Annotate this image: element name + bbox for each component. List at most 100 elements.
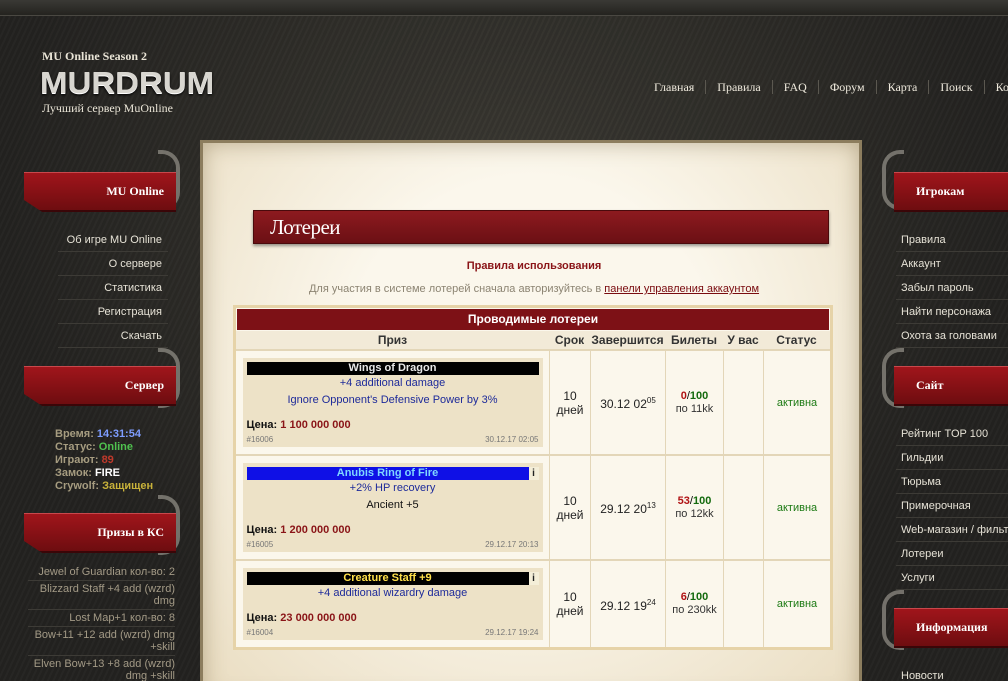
menu-item-services[interactable]: Услуги bbox=[896, 566, 1008, 590]
menu-item-web-shop[interactable]: Web-магазин / фильт bbox=[896, 518, 1008, 542]
end-value: 29.12 2013 bbox=[600, 499, 656, 516]
ribbon-castle-prizes: Призы в КС bbox=[24, 513, 176, 553]
price-label: Цена: bbox=[246, 419, 278, 431]
menu-item-guilds[interactable]: Гильдии bbox=[896, 446, 1008, 470]
col-ends: Завершится bbox=[591, 333, 664, 347]
tickets-sold: 53 bbox=[677, 494, 690, 507]
term-cell: 10 дней bbox=[549, 351, 590, 454]
prize-option: +2% HP recovery bbox=[349, 482, 436, 494]
server-status: Время: 14:31:54 Статус: Online Играют: 8… bbox=[55, 428, 195, 493]
rules-link[interactable]: Правила использования bbox=[203, 260, 865, 272]
tickets-sold: 0 bbox=[680, 389, 687, 402]
season-label: MU Online Season 2 bbox=[42, 49, 148, 63]
end-cell: 29.12 1924 bbox=[590, 561, 665, 647]
menu-item-top100[interactable]: Рейтинг TOP 100 bbox=[896, 422, 1008, 446]
end-date: 29.12 20 bbox=[600, 502, 647, 516]
end-minutes: 24 bbox=[646, 597, 656, 607]
end-date: 30.12 02 bbox=[600, 397, 647, 411]
menu-item-account[interactable]: Аккаунт bbox=[896, 252, 1008, 276]
col-you: У вас bbox=[727, 333, 759, 347]
status-cell: активна bbox=[763, 561, 830, 647]
nav-faq[interactable]: FAQ bbox=[771, 80, 818, 94]
status-cell: активна bbox=[763, 351, 830, 454]
end-minutes: 05 bbox=[646, 396, 656, 405]
prize-price: Цена: 1 100 000 000 bbox=[247, 419, 539, 431]
ribbon-server: Сервер bbox=[24, 366, 176, 406]
table-row: Wings of Dragon +4 additional damage Ign… bbox=[236, 349, 830, 454]
term-value: 10 дней bbox=[556, 388, 584, 417]
ribbon-title: Игрокам bbox=[916, 184, 965, 198]
ribbon-players: Игрокам bbox=[894, 172, 1008, 212]
site-tagline: Лучший сервер MuOnline bbox=[42, 101, 174, 115]
menu-item-news[interactable]: Новости bbox=[896, 664, 1008, 681]
ribbon-title: Сервер bbox=[124, 378, 164, 392]
auth-notice: Для участия в системе лотерей сначала ав… bbox=[203, 283, 865, 295]
castle-label: Замок: bbox=[55, 467, 92, 479]
menu-item-lotteries[interactable]: Лотереи bbox=[896, 542, 1008, 566]
left-sidebar: MU Online Об игре MU Online О сервере Ст… bbox=[18, 130, 198, 681]
prize-option: Ancient +5 bbox=[366, 499, 419, 511]
tickets-cell: 53/100 по 12kk bbox=[665, 456, 723, 559]
menu-item-about-server[interactable]: О сервере bbox=[58, 252, 168, 276]
prize-price: Цена: 23 000 000 000 bbox=[247, 612, 539, 624]
prize-footer: #16004 29.12.17 19:24 bbox=[247, 628, 539, 638]
prize-option: Ignore Opponent's Defensive Power by 3% bbox=[287, 394, 498, 406]
prize-cell: Wings of Dragon +4 additional damage Ign… bbox=[236, 351, 549, 454]
prize-name-text: Creature Staff +9 bbox=[343, 572, 432, 584]
ticket-price: по 11kk bbox=[675, 402, 714, 415]
nav-forum[interactable]: Форум bbox=[817, 80, 876, 94]
prize-name[interactable]: Wings of Dragon bbox=[246, 362, 539, 375]
menu-item-jail[interactable]: Тюрьма bbox=[896, 470, 1008, 494]
nav-rules[interactable]: Правила bbox=[705, 80, 771, 94]
term-value: 10 дней bbox=[556, 493, 584, 522]
info-icon[interactable]: i bbox=[528, 572, 539, 585]
tickets-value: 6/100 по 230kk bbox=[672, 591, 717, 616]
prize-name[interactable]: Anubis Ring of Fire i bbox=[246, 467, 539, 480]
castle-value: FIRE bbox=[94, 467, 121, 479]
term-value: 10 дней bbox=[556, 590, 584, 618]
top-bar bbox=[0, 0, 1008, 16]
info-icon[interactable]: i bbox=[528, 467, 539, 480]
site-logo[interactable]: MURDRUM bbox=[40, 66, 214, 101]
ribbon-title: Сайт bbox=[916, 378, 944, 392]
term-cell: 10 дней bbox=[549, 561, 590, 647]
nav-contacts[interactable]: Конта bbox=[983, 80, 1008, 94]
menu-item-bounty-hunt[interactable]: Охота за головами bbox=[896, 324, 1008, 348]
tickets-total: 100 bbox=[692, 494, 712, 507]
ribbon-mu-online: MU Online bbox=[24, 172, 176, 212]
ribbon-title: Призы в КС bbox=[97, 525, 164, 539]
menu-item-statistics[interactable]: Статистика bbox=[58, 276, 168, 300]
prize-price: Цена: 1 200 000 000 bbox=[247, 524, 539, 536]
list-item: Jewel of Guardian кол-во: 2 bbox=[28, 564, 175, 581]
prize-box: Wings of Dragon +4 additional damage Ign… bbox=[242, 358, 543, 447]
tickets-total: 100 bbox=[689, 591, 709, 603]
notice-text: Для участия в системе лотерей сначала ав… bbox=[308, 283, 602, 295]
page-heading: Лотереи bbox=[253, 210, 829, 244]
prize-option: +4 additional wizardry damage bbox=[317, 587, 468, 599]
menu-item-registration[interactable]: Регистрация bbox=[58, 300, 168, 324]
list-item: Bow+11 +12 add (wzrd) dmg +skill bbox=[28, 627, 175, 656]
right-sidebar: Игрокам Правила Аккаунт Забыл пароль Най… bbox=[880, 130, 1008, 681]
price-value: 1 200 000 000 bbox=[280, 524, 351, 536]
table-caption: Проводимые лотереи bbox=[237, 309, 829, 330]
col-status: Статус bbox=[776, 333, 817, 347]
players-value: 89 bbox=[101, 454, 114, 466]
menu-item-find-character[interactable]: Найти персонажа bbox=[896, 300, 1008, 324]
menu-item-rules[interactable]: Правила bbox=[896, 228, 1008, 252]
prize-option: +4 additional damage bbox=[339, 377, 446, 389]
menu-item-about-game[interactable]: Об игре MU Online bbox=[58, 228, 168, 252]
account-panel-link[interactable]: панели управления аккаунтом bbox=[604, 283, 759, 295]
menu-item-fitting-room[interactable]: Примерочная bbox=[896, 494, 1008, 518]
menu-players: Правила Аккаунт Забыл пароль Найти персо… bbox=[896, 228, 1008, 348]
tickets-cell: 0/100 по 11kk bbox=[665, 351, 723, 454]
menu-item-forgot-password[interactable]: Забыл пароль bbox=[896, 276, 1008, 300]
ribbon-title: MU Online bbox=[106, 184, 164, 198]
nav-map[interactable]: Карта bbox=[875, 80, 929, 94]
tickets-total: 100 bbox=[689, 389, 709, 402]
nav-search[interactable]: Поиск bbox=[928, 80, 983, 94]
lottery-id: #16006 bbox=[246, 435, 274, 444]
nav-home[interactable]: Главная bbox=[643, 80, 705, 94]
prize-name[interactable]: Creature Staff +9 i bbox=[246, 572, 539, 585]
status-badge: активна bbox=[776, 501, 818, 514]
menu-item-download[interactable]: Скачать bbox=[58, 324, 168, 348]
